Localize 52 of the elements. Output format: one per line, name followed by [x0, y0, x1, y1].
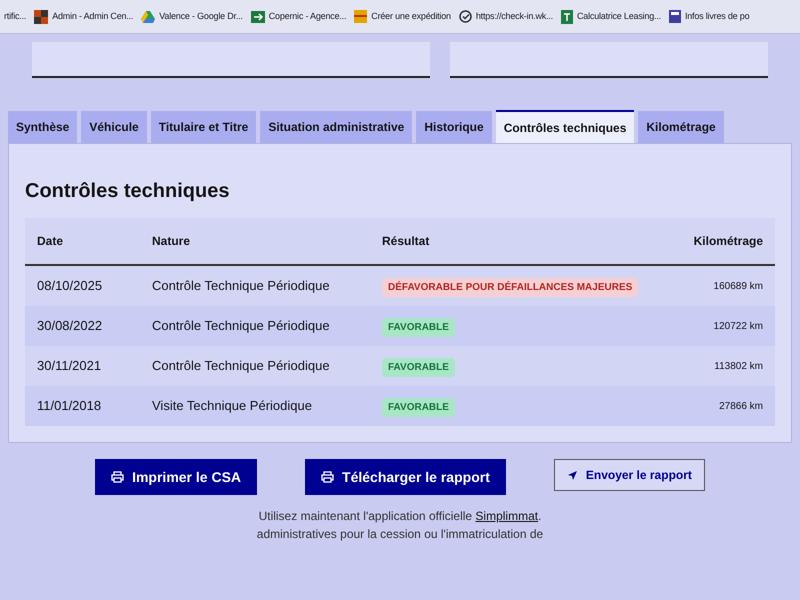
- section-title: Contrôles techniques: [25, 179, 230, 204]
- simplimmat-link[interactable]: Simplimmat: [475, 509, 538, 523]
- mileage-cell-text: 113802 km: [714, 360, 763, 374]
- date-cell-text: 30/11/2021: [37, 357, 102, 376]
- tab[interactable]: Synthèse: [8, 111, 78, 143]
- printer-icon: [321, 471, 334, 483]
- send-icon: [566, 470, 578, 480]
- date-cell-text: 08/10/2025: [37, 277, 104, 296]
- action-button[interactable]: Télécharger le rapport: [305, 459, 506, 495]
- column-header: Kilométrage: [694, 233, 763, 250]
- printer-icon: [111, 471, 124, 483]
- tab[interactable]: Véhicule: [81, 111, 147, 143]
- action-button[interactable]: Envoyer le rapport: [554, 459, 705, 491]
- bookmark-link[interactable]: Calculatrice Leasing...: [576, 10, 661, 24]
- parcel-icon: [354, 10, 368, 23]
- bookmark-link[interactable]: rtific...: [4, 10, 26, 24]
- result-badge: FAVORABLE: [382, 398, 455, 417]
- mileage-cell-text: 27866 km: [719, 400, 763, 414]
- mileage-cell-text: 120722 km: [714, 320, 763, 334]
- result-badge: FAVORABLE: [382, 318, 455, 337]
- result-badge: FAVORABLE: [382, 358, 455, 377]
- notice-text: Utilisez maintenant l'application officielle Simplimmat.: [258, 508, 542, 525]
- tab[interactable]: Titulaire et Titre: [150, 111, 256, 143]
- bookmark-link[interactable]: Infos livres de po: [684, 10, 750, 24]
- result-badge: DÉFAVORABLE POUR DÉFAILLANCES MAJEURES: [382, 278, 638, 297]
- bookmark-link[interactable]: Valence - Google Dr...: [159, 10, 243, 24]
- nature-cell-text: Visite Technique Périodique: [152, 397, 313, 416]
- date-cell-text: 30/08/2022: [37, 317, 104, 336]
- bookmark-link[interactable]: https://check-in.wk...: [476, 10, 553, 24]
- book-icon: [668, 10, 681, 23]
- nature-cell-text: Contrôle Technique Périodique: [152, 357, 331, 376]
- date-cell-text: 11/01/2018: [37, 397, 102, 416]
- column-header: Nature: [152, 233, 192, 250]
- arrow-icon: [250, 10, 265, 22]
- tab[interactable]: Historique: [416, 111, 492, 143]
- tab[interactable]: Contrôles techniques: [496, 110, 634, 144]
- tab[interactable]: Situation administrative: [260, 111, 412, 143]
- check-icon: [458, 10, 472, 23]
- tab[interactable]: Kilométrage: [638, 111, 724, 143]
- column-header: Date: [37, 233, 64, 250]
- squares-icon: [34, 10, 48, 24]
- spreadsheet-icon: [560, 10, 573, 24]
- bookmark-link[interactable]: Admin - Admin Cen...: [52, 10, 134, 24]
- bookmark-link[interactable]: Créer une expédition: [371, 10, 451, 24]
- column-header: Résultat: [382, 233, 430, 250]
- nature-cell-text: Contrôle Technique Périodique: [152, 277, 331, 296]
- mileage-cell-text: 160689 km: [714, 280, 763, 294]
- nature-cell-text: Contrôle Technique Périodique: [152, 317, 331, 336]
- action-button[interactable]: Imprimer le CSA: [95, 459, 258, 495]
- bookmark-link[interactable]: Copernic - Agence...: [268, 10, 346, 24]
- triangle-icon: [141, 10, 156, 22]
- notice-text: administratives pour la cession ou l'immatriculation de: [256, 526, 544, 543]
